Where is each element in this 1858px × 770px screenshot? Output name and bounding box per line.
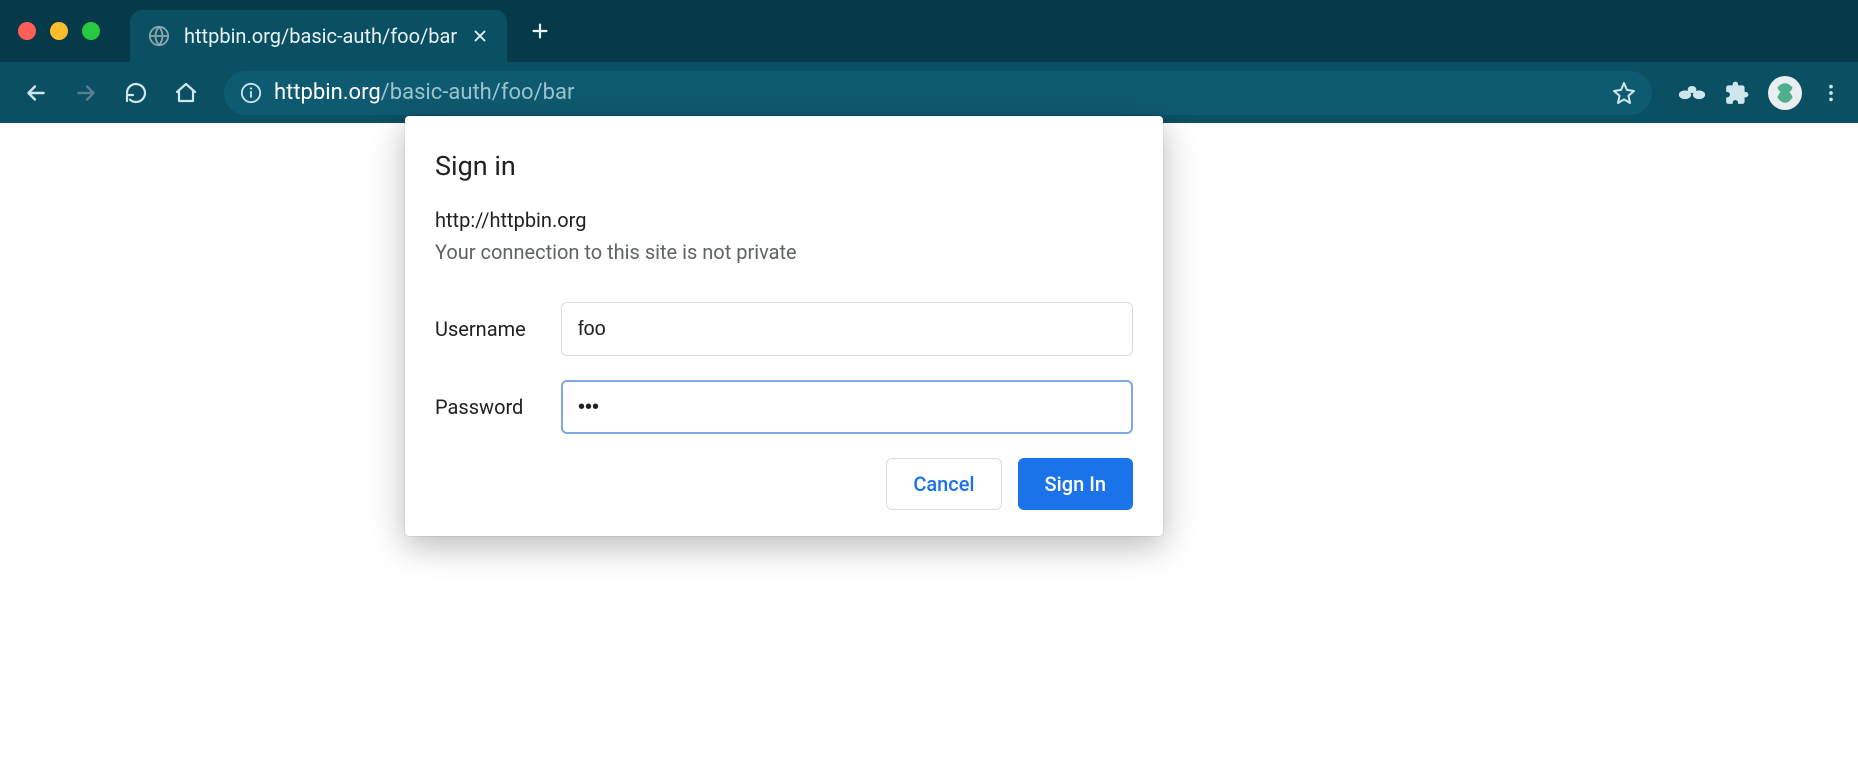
password-input[interactable] bbox=[561, 380, 1133, 434]
password-row: Password bbox=[435, 380, 1133, 434]
address-bar[interactable]: httpbin.org/basic-auth/foo/bar bbox=[224, 71, 1652, 115]
reload-button[interactable] bbox=[116, 73, 156, 113]
close-tab-icon[interactable] bbox=[471, 27, 489, 45]
dialog-site-url: http://httpbin.org bbox=[435, 208, 1133, 232]
forward-button[interactable] bbox=[66, 73, 106, 113]
bookmark-star-icon[interactable] bbox=[1612, 81, 1636, 105]
window-minimize-button[interactable] bbox=[50, 22, 68, 40]
password-label: Password bbox=[435, 395, 561, 419]
back-button[interactable] bbox=[16, 73, 56, 113]
url-host: httpbin.org bbox=[274, 80, 381, 105]
sign-in-button[interactable]: Sign In bbox=[1018, 458, 1133, 510]
globe-icon bbox=[148, 25, 170, 47]
new-tab-button[interactable] bbox=[529, 20, 551, 42]
dialog-title: Sign in bbox=[435, 150, 1133, 182]
url-text: httpbin.org/basic-auth/foo/bar bbox=[274, 80, 1600, 105]
tab-strip: httpbin.org/basic-auth/foo/bar bbox=[0, 0, 1858, 62]
window-close-button[interactable] bbox=[18, 22, 36, 40]
dialog-privacy-note: Your connection to this site is not priv… bbox=[435, 240, 1133, 264]
extension-icon[interactable] bbox=[1678, 82, 1706, 104]
menu-kebab-icon[interactable] bbox=[1820, 80, 1842, 106]
window-maximize-button[interactable] bbox=[82, 22, 100, 40]
window-controls bbox=[18, 22, 100, 40]
tab-title: httpbin.org/basic-auth/foo/bar bbox=[184, 24, 457, 48]
url-path: /basic-auth/foo/bar bbox=[381, 80, 575, 105]
page-content: Sign in http://httpbin.org Your connecti… bbox=[0, 123, 1858, 770]
profile-avatar[interactable] bbox=[1768, 76, 1802, 110]
extensions-puzzle-icon[interactable] bbox=[1724, 80, 1750, 106]
cancel-button[interactable]: Cancel bbox=[886, 458, 1001, 510]
username-row: Username bbox=[435, 302, 1133, 356]
site-info-icon[interactable] bbox=[240, 82, 262, 104]
browser-toolbar: httpbin.org/basic-auth/foo/bar bbox=[0, 62, 1858, 123]
http-auth-dialog: Sign in http://httpbin.org Your connecti… bbox=[405, 116, 1163, 536]
browser-tab[interactable]: httpbin.org/basic-auth/foo/bar bbox=[130, 10, 507, 62]
home-button[interactable] bbox=[166, 73, 206, 113]
username-input[interactable] bbox=[561, 302, 1133, 356]
toolbar-right bbox=[1678, 76, 1842, 110]
username-label: Username bbox=[435, 317, 561, 341]
dialog-actions: Cancel Sign In bbox=[435, 458, 1133, 510]
